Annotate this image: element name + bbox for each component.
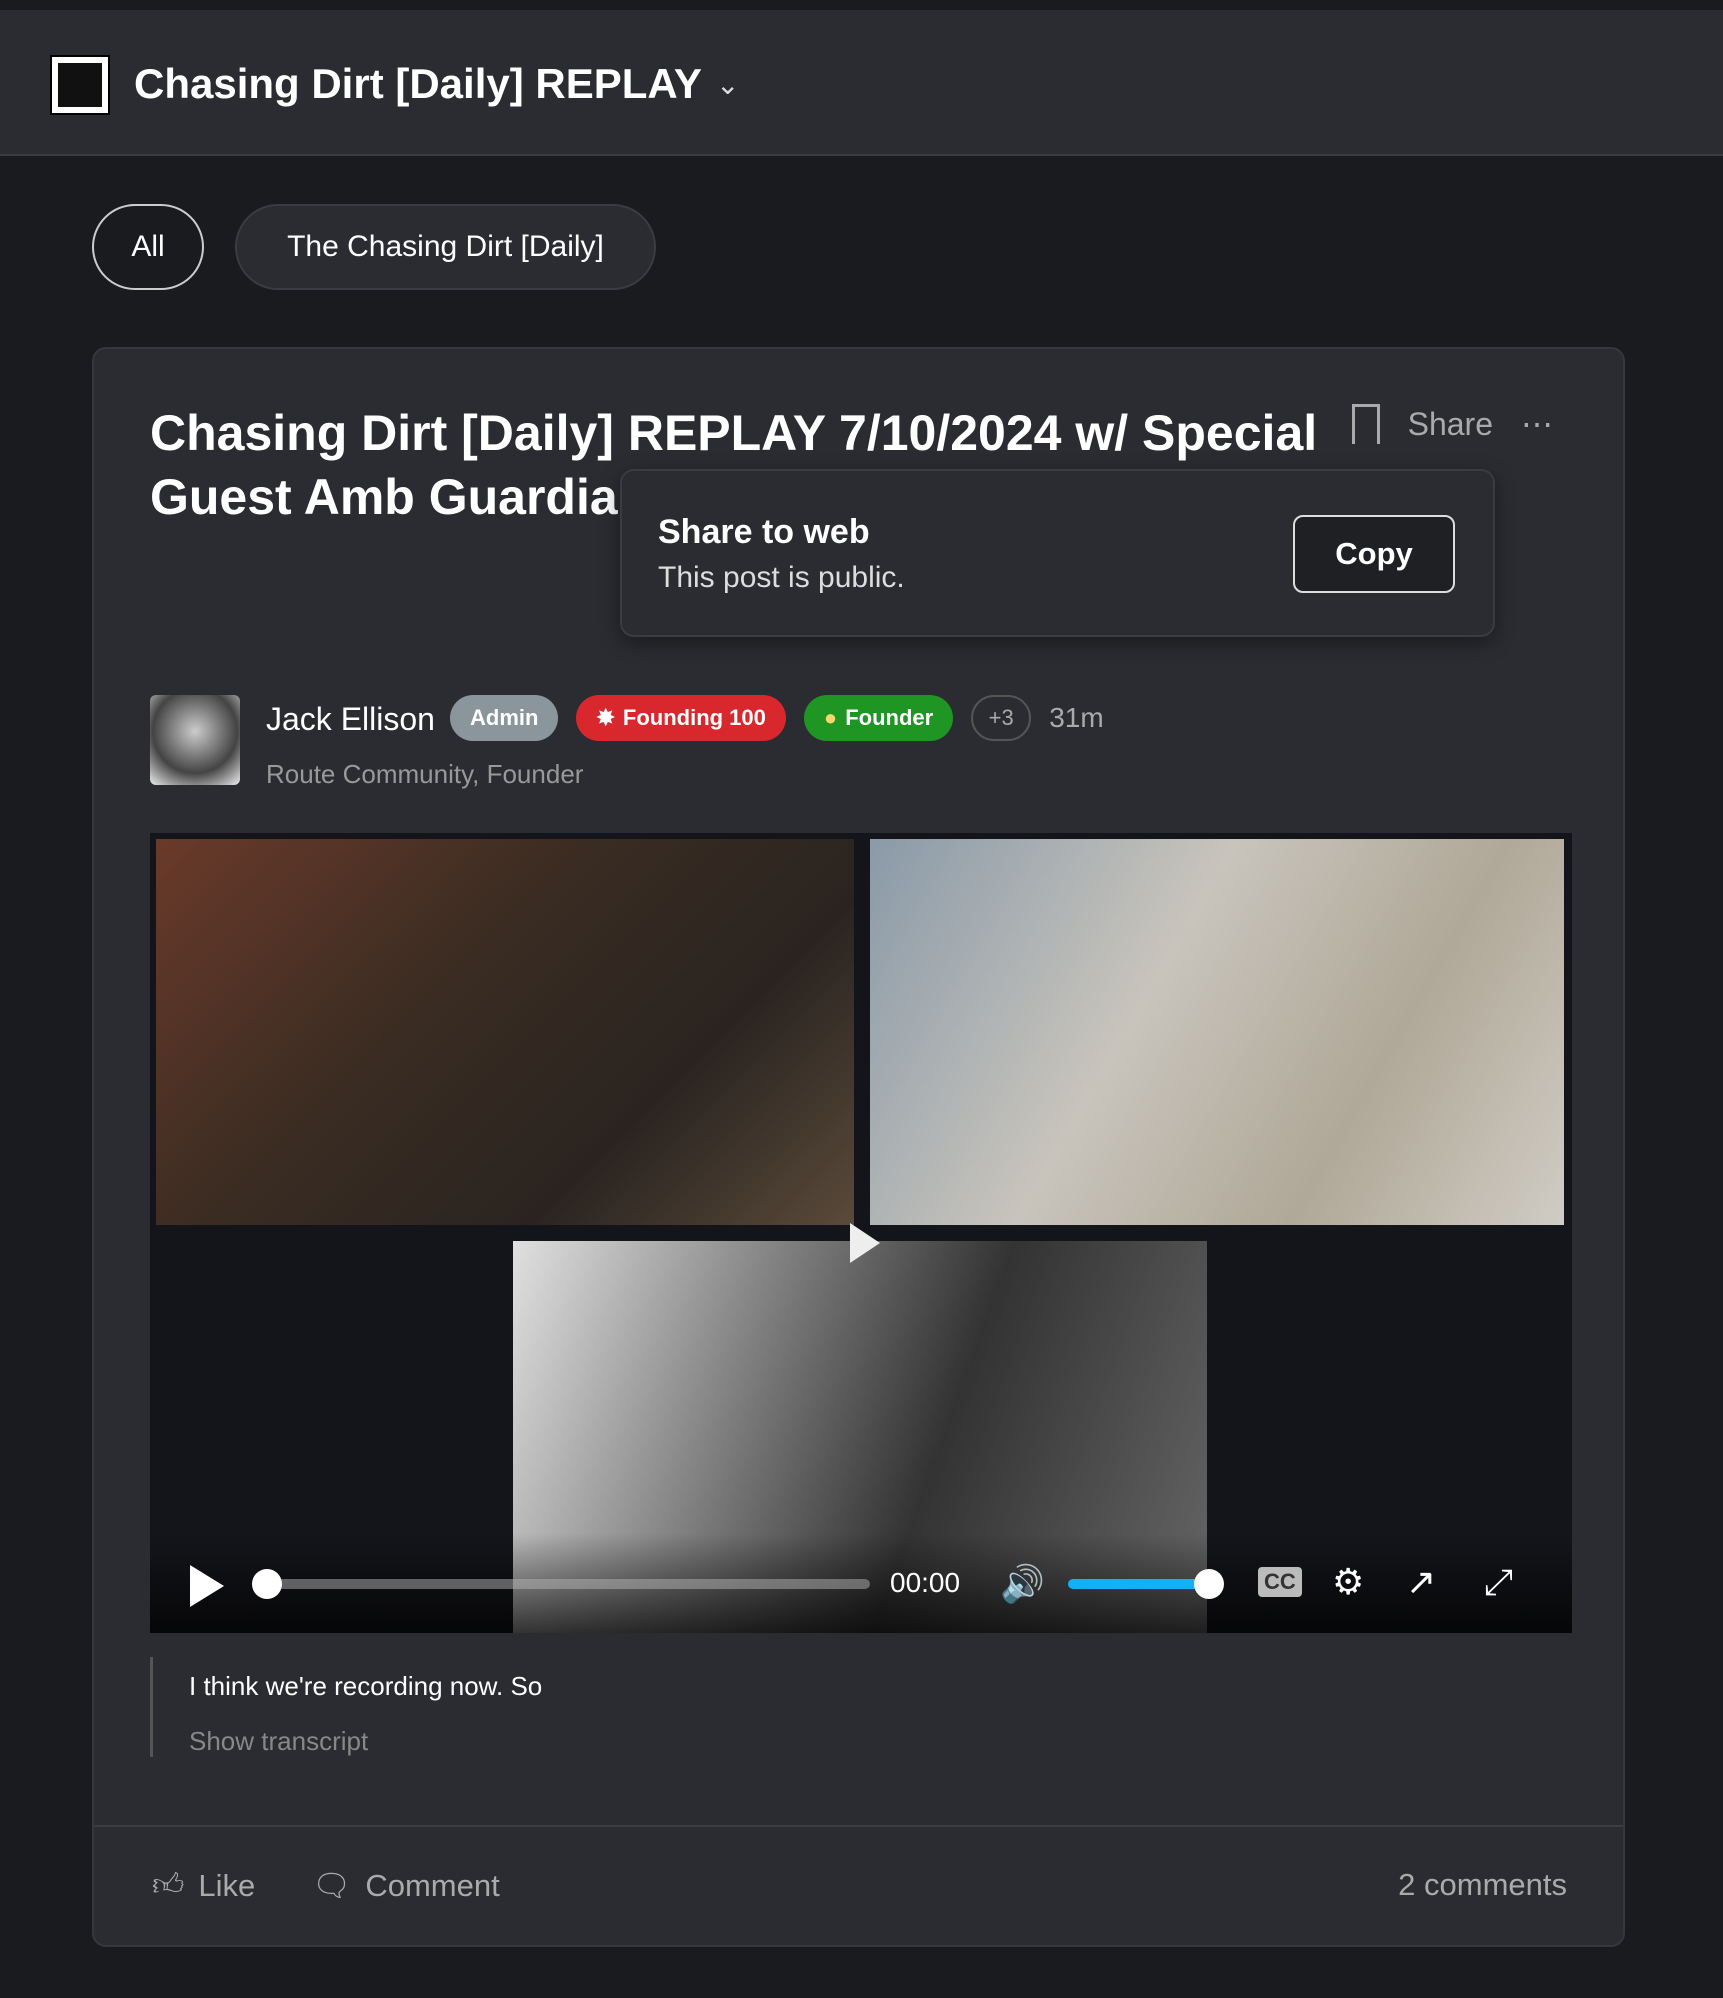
author-role: Route Community, Founder [266, 759, 584, 789]
video-controls: 00:00 🔊 CC ⚙ ↗ ⤢ [150, 1533, 1572, 1633]
comments-count[interactable]: 2 comments [1398, 1867, 1567, 1903]
badge-founder: ● Founder [803, 695, 954, 741]
comment-label: Comment [365, 1867, 500, 1903]
fullscreen-icon[interactable]: ⤢ [1484, 1561, 1513, 1604]
post-card: Chasing Dirt [Daily] REPLAY 7/10/2024 w/… [92, 347, 1625, 1947]
filter-all[interactable]: All [92, 204, 204, 290]
seek-bar[interactable] [252, 1569, 870, 1599]
badge-admin: Admin [450, 695, 559, 741]
big-play-icon[interactable] [850, 1223, 880, 1263]
share-button[interactable]: Share [1408, 406, 1493, 443]
badge-founding-100: ✸ Founding 100 [576, 695, 786, 741]
post-footer: 👍︎ Like 🗨︎ Comment 2 comments [94, 1825, 1623, 1945]
like-label: Like [198, 1867, 256, 1903]
share-popup: Share to web This post is public. Copy [620, 469, 1495, 637]
badge-label: Founder [845, 705, 934, 730]
copy-button[interactable]: Copy [1293, 515, 1455, 593]
author-name[interactable]: Jack Ellison [266, 701, 435, 738]
space-title[interactable]: Chasing Dirt [Daily] REPLAY [134, 60, 702, 108]
captions-icon[interactable]: CC [1258, 1567, 1302, 1597]
play-icon[interactable] [190, 1565, 224, 1607]
space-icon [50, 55, 110, 115]
transcript: I think we're recording now. So Show tra… [150, 1657, 542, 1757]
comment-icon: 🗨︎ [312, 1868, 352, 1903]
badge-list: Admin ✸ Founding 100 ● Founder +3 31m [450, 695, 1104, 741]
video-participant-1 [156, 839, 854, 1225]
more-options-icon[interactable]: ⋯ [1521, 405, 1553, 443]
badge-label: Admin [470, 705, 539, 730]
like-button[interactable]: 👍︎ Like [152, 1867, 255, 1904]
chevron-down-icon[interactable]: ⌄ [716, 68, 739, 101]
time-display: 00:00 [890, 1567, 961, 1598]
popout-icon[interactable]: ↗ [1406, 1561, 1436, 1603]
filter-chasing-dirt[interactable]: The Chasing Dirt [Daily] [235, 204, 656, 290]
share-heading: Share to web [658, 513, 870, 551]
bookmark-icon[interactable] [1351, 404, 1380, 444]
seek-handle[interactable] [252, 1569, 282, 1599]
settings-icon[interactable]: ⚙ [1332, 1561, 1364, 1603]
thumbs-up-icon: 👍︎ [152, 1867, 185, 1902]
top-bar: Chasing Dirt [Daily] REPLAY ⌄ [0, 10, 1723, 156]
volume-icon[interactable]: 🔊 [1000, 1563, 1045, 1605]
lightbulb-icon: ● [823, 705, 838, 730]
video-participant-2 [870, 839, 1564, 1225]
star-icon: ✸ [596, 705, 615, 730]
share-subtext: This post is public. [658, 561, 905, 594]
post-actions: Share ⋯ [1351, 404, 1553, 444]
volume-slider[interactable] [1068, 1569, 1224, 1599]
badge-more[interactable]: +3 [971, 695, 1032, 741]
transcript-quote: I think we're recording now. So [189, 1671, 543, 1701]
post-age: 31m [1049, 702, 1104, 733]
avatar[interactable] [150, 695, 240, 785]
comment-button[interactable]: 🗨︎ Comment [312, 1867, 500, 1904]
volume-handle[interactable] [1194, 1569, 1224, 1599]
badge-label: Founding 100 [622, 705, 766, 730]
show-transcript-link[interactable]: Show transcript [189, 1726, 542, 1757]
video-player[interactable]: 00:00 🔊 CC ⚙ ↗ ⤢ [150, 833, 1572, 1633]
